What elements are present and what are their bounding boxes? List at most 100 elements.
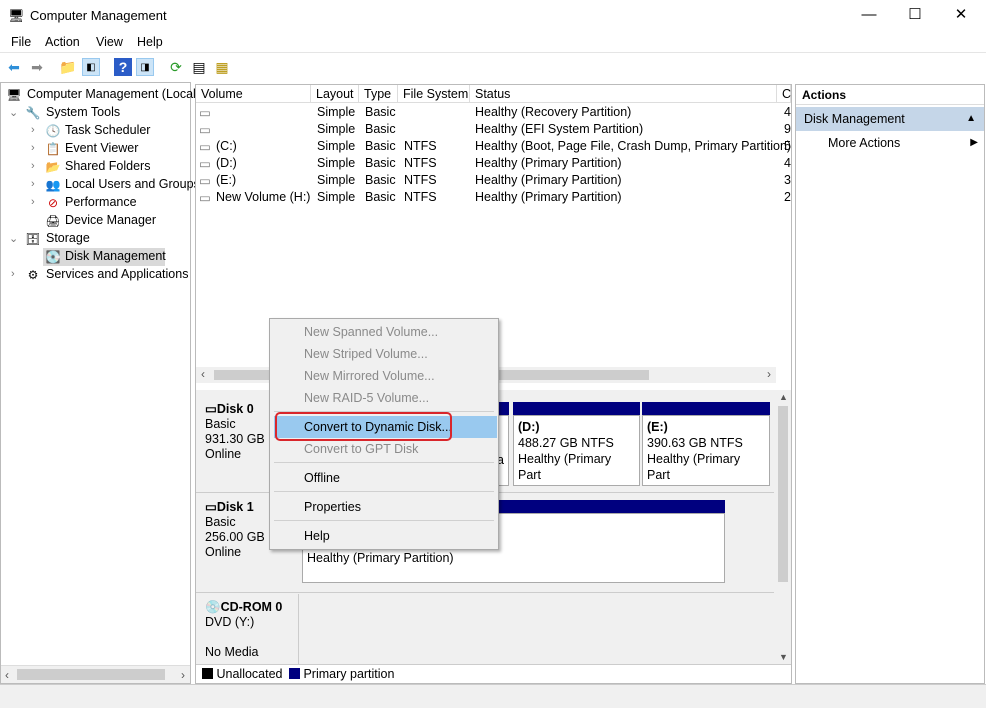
- cell-layout[interactable]: Simple: [317, 122, 355, 136]
- show-hide-tree-icon[interactable]: ◧: [82, 58, 100, 76]
- menu-help[interactable]: Help: [304, 529, 330, 543]
- chevron-down-icon[interactable]: ⌄: [9, 232, 18, 245]
- refresh-icon[interactable]: ⟳: [167, 58, 185, 76]
- cell-status[interactable]: Healthy (Boot, Page File, Crash Dump, Pr…: [475, 139, 791, 153]
- minimize-button[interactable]: —: [846, 0, 892, 30]
- chevron-right-icon[interactable]: ›: [31, 196, 35, 208]
- partition-d[interactable]: (D:) 488.27 GB NTFS Healthy (Primary Par…: [513, 415, 640, 486]
- menu-new-spanned-volume[interactable]: New Spanned Volume...: [304, 325, 438, 339]
- menu-file[interactable]: File: [11, 35, 31, 49]
- cell-layout[interactable]: Simple: [317, 156, 355, 170]
- cell-capacity[interactable]: 3: [784, 173, 791, 187]
- tree-shared-folders[interactable]: Shared Folders: [65, 159, 150, 173]
- cell-layout[interactable]: Simple: [317, 105, 355, 119]
- menu-convert-to-gpt-disk[interactable]: Convert to GPT Disk: [304, 442, 418, 456]
- column-volume[interactable]: Volume: [196, 85, 311, 103]
- scroll-thumb[interactable]: [17, 669, 165, 680]
- cell-type[interactable]: Basic: [365, 139, 396, 153]
- cdrom-label[interactable]: 💿CD-ROM 0 DVD (Y:) No Media: [196, 594, 299, 664]
- menu-offline[interactable]: Offline: [304, 471, 340, 485]
- cell-type[interactable]: Basic: [365, 173, 396, 187]
- column-type[interactable]: Type: [359, 85, 398, 103]
- scroll-up-icon[interactable]: ▲: [779, 392, 788, 402]
- cell-type[interactable]: Basic: [365, 190, 396, 204]
- tree-device-manager[interactable]: Device Manager: [65, 213, 156, 227]
- cell-type[interactable]: Basic: [365, 105, 396, 119]
- tree-disk-management[interactable]: Disk Management: [65, 249, 166, 263]
- partition-e[interactable]: (E:) 390.63 GB NTFS Healthy (Primary Par…: [642, 415, 770, 486]
- cell-volume[interactable]: (E:): [216, 173, 236, 187]
- cell-capacity[interactable]: 2: [784, 190, 791, 204]
- column-status[interactable]: Status: [470, 85, 777, 103]
- settings-icon[interactable]: ▦: [213, 58, 231, 76]
- column-capacity[interactable]: C: [777, 85, 791, 103]
- tree-services[interactable]: Services and Applications: [46, 267, 188, 281]
- cell-capacity[interactable]: 9: [784, 122, 791, 136]
- scroll-left-icon[interactable]: ‹: [201, 367, 205, 381]
- tree-performance[interactable]: Performance: [65, 195, 137, 209]
- chevron-right-icon[interactable]: ›: [11, 268, 15, 280]
- cell-volume[interactable]: (D:): [216, 156, 237, 170]
- actions-section-disk-management[interactable]: Disk Management ▲: [796, 107, 984, 131]
- menu-view[interactable]: View: [96, 35, 123, 49]
- cell-status[interactable]: Healthy (Recovery Partition): [475, 105, 631, 119]
- context-menu: New Spanned Volume... New Striped Volume…: [269, 318, 499, 550]
- column-layout[interactable]: Layout: [311, 85, 359, 103]
- cell-volume[interactable]: (C:): [216, 139, 237, 153]
- scroll-right-icon[interactable]: ›: [767, 367, 771, 381]
- cell-layout[interactable]: Simple: [317, 139, 355, 153]
- cell-file-system[interactable]: NTFS: [404, 139, 437, 153]
- menu-action[interactable]: Action: [45, 35, 80, 49]
- tree-root[interactable]: Computer Management (Local: [27, 87, 196, 101]
- show-hide-action-icon[interactable]: ◨: [136, 58, 154, 76]
- menu-new-striped-volume[interactable]: New Striped Volume...: [304, 347, 428, 361]
- back-icon[interactable]: ⬅: [5, 58, 23, 76]
- column-file-system[interactable]: File System: [398, 85, 470, 103]
- tree-event-viewer[interactable]: Event Viewer: [65, 141, 138, 155]
- cell-volume[interactable]: New Volume (H:): [216, 190, 310, 204]
- cell-file-system[interactable]: NTFS: [404, 190, 437, 204]
- cell-file-system[interactable]: NTFS: [404, 173, 437, 187]
- close-button[interactable]: ✕: [938, 0, 984, 30]
- chevron-right-icon[interactable]: ›: [31, 160, 35, 172]
- menu-new-mirrored-volume[interactable]: New Mirrored Volume...: [304, 369, 435, 383]
- cell-file-system[interactable]: NTFS: [404, 156, 437, 170]
- scroll-right-icon[interactable]: ›: [181, 668, 185, 682]
- menu-properties[interactable]: Properties: [304, 500, 361, 514]
- scroll-thumb[interactable]: [778, 406, 788, 582]
- volume-icon: ▭: [199, 191, 211, 205]
- tree-system-tools[interactable]: System Tools: [46, 105, 120, 119]
- properties-icon[interactable]: ▤: [190, 58, 208, 76]
- scroll-left-icon[interactable]: ‹: [5, 668, 9, 682]
- cell-layout[interactable]: Simple: [317, 190, 355, 204]
- cell-status[interactable]: Healthy (Primary Partition): [475, 173, 622, 187]
- graph-vertical-scrollbar[interactable]: ▲ ▼: [775, 390, 791, 664]
- chevron-down-icon[interactable]: ⌄: [9, 106, 18, 119]
- cell-type[interactable]: Basic: [365, 122, 396, 136]
- more-actions[interactable]: More Actions ▶: [796, 131, 984, 155]
- cell-type[interactable]: Basic: [365, 156, 396, 170]
- cell-status[interactable]: Healthy (Primary Partition): [475, 156, 622, 170]
- chevron-right-icon[interactable]: ›: [31, 142, 35, 154]
- cell-status[interactable]: Healthy (Primary Partition): [475, 190, 622, 204]
- cell-capacity[interactable]: 4: [784, 105, 791, 119]
- maximize-button[interactable]: ☐: [892, 0, 938, 30]
- help-icon[interactable]: ?: [114, 58, 132, 76]
- tree-task-scheduler[interactable]: Task Scheduler: [65, 123, 150, 137]
- cell-layout[interactable]: Simple: [317, 173, 355, 187]
- tree-horizontal-scrollbar[interactable]: ‹ ›: [1, 665, 190, 683]
- forward-icon[interactable]: ➡: [28, 58, 46, 76]
- cell-capacity[interactable]: 4: [784, 156, 791, 170]
- menu-help[interactable]: Help: [137, 35, 163, 49]
- tree-local-users[interactable]: Local Users and Groups: [65, 177, 200, 191]
- chevron-right-icon[interactable]: ›: [31, 178, 35, 190]
- cell-capacity[interactable]: 5: [784, 139, 791, 153]
- collapse-icon[interactable]: ▲: [966, 107, 976, 131]
- up-icon[interactable]: 📁: [59, 58, 77, 76]
- scroll-down-icon[interactable]: ▼: [779, 652, 788, 662]
- menu-new-raid5-volume[interactable]: New RAID-5 Volume...: [304, 391, 429, 405]
- cell-status[interactable]: Healthy (EFI System Partition): [475, 122, 643, 136]
- disk-icon: ▭: [205, 402, 217, 416]
- tree-storage[interactable]: Storage: [46, 231, 90, 245]
- chevron-right-icon[interactable]: ›: [31, 124, 35, 136]
